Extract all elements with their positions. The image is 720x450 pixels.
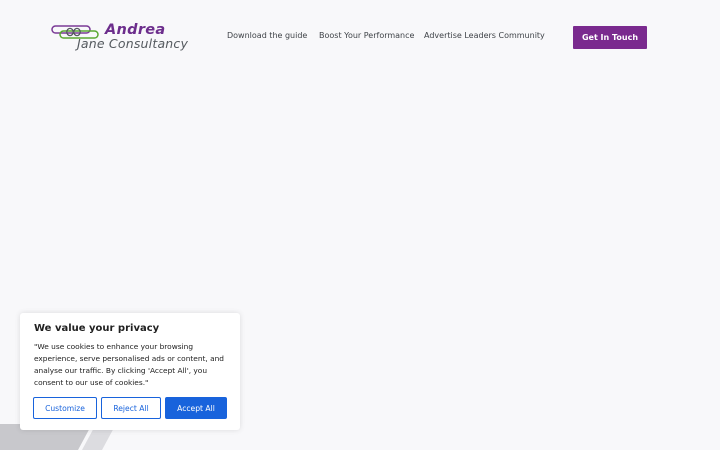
cookie-title: We value your privacy bbox=[34, 323, 160, 334]
cookie-consent-dialog: We value your privacy "We use cookies to… bbox=[20, 313, 240, 430]
logo-tagline: Jane Consultancy bbox=[77, 36, 189, 51]
accept-all-button[interactable]: Accept All bbox=[165, 397, 227, 419]
customize-button[interactable]: Customize bbox=[33, 397, 97, 419]
site-header: Andrea Jane Consultancy Download the gui… bbox=[0, 0, 720, 74]
nav-item-boost-performance[interactable]: Boost Your Performance bbox=[319, 31, 414, 40]
get-in-touch-button[interactable]: Get In Touch bbox=[573, 26, 647, 49]
logo[interactable]: Andrea Jane Consultancy bbox=[50, 22, 202, 54]
page: Andrea Jane Consultancy Download the gui… bbox=[0, 0, 720, 450]
nav-item-download-guide[interactable]: Download the guide bbox=[227, 31, 307, 40]
reject-all-button[interactable]: Reject All bbox=[101, 397, 161, 419]
nav-item-advertise-community[interactable]: Advertise Leaders Community bbox=[424, 31, 545, 40]
cookie-description: "We use cookies to enhance your browsing… bbox=[34, 342, 225, 387]
